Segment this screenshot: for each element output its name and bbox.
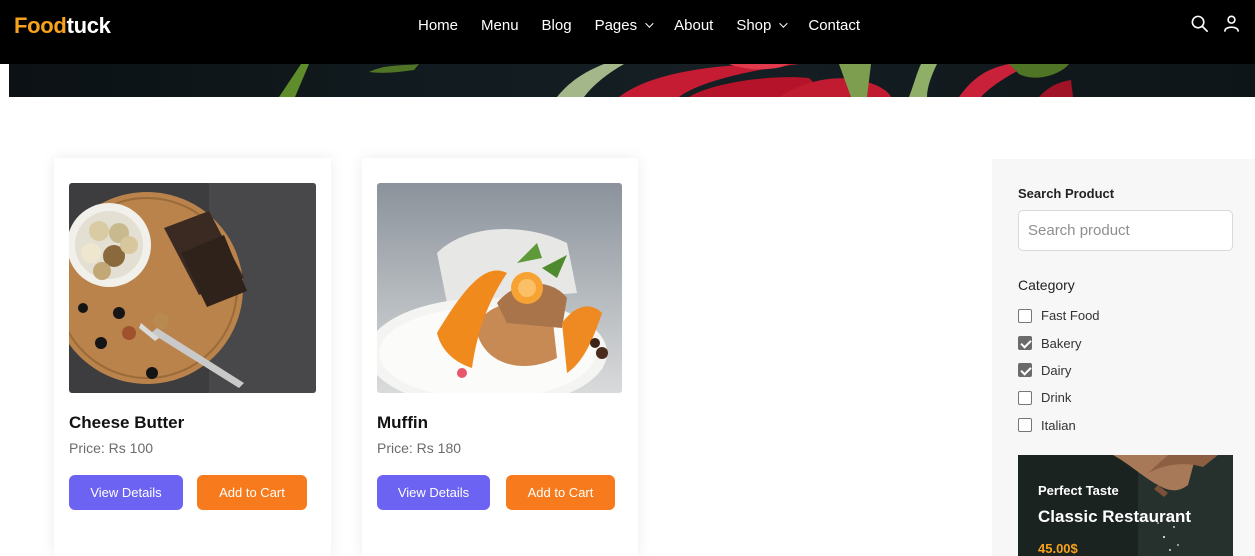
category-label: Drink: [1041, 390, 1072, 406]
category-checkbox[interactable]: [1018, 363, 1032, 378]
nav-pages-label: Pages: [594, 16, 638, 34]
nav-contact-label: Contact: [808, 16, 861, 34]
main-nav: Home Menu Blog Pages About Shop Contact: [418, 0, 883, 50]
product-price: Price: Rs 100: [69, 440, 154, 456]
brand-logo-part2: tuck: [66, 13, 111, 38]
category-checkbox[interactable]: [1018, 418, 1032, 433]
category-checkbox[interactable]: [1018, 308, 1032, 323]
promo-price: 45.00$: [1038, 541, 1078, 556]
nav-pages[interactable]: Pages: [594, 16, 654, 34]
category-item-italian[interactable]: Italian: [1018, 412, 1100, 439]
nav-contact[interactable]: Contact: [808, 17, 860, 34]
category-item-dairy[interactable]: Dairy: [1018, 357, 1100, 384]
product-name: Cheese Butter: [69, 413, 185, 432]
category-checkbox[interactable]: [1018, 336, 1032, 351]
nav-shop-label: Shop: [736, 16, 772, 34]
product-name: Muffin: [377, 413, 428, 432]
category-label: Dairy: [1041, 362, 1072, 378]
hero-banner-image: [9, 64, 1255, 97]
navbar: Foodtuck Home Menu Blog Pages About Shop…: [0, 0, 1255, 64]
brand-logo-part1: Food: [14, 13, 67, 38]
add-to-cart-button[interactable]: Add to Cart: [506, 475, 615, 510]
product-image: [377, 183, 622, 393]
chevron-down-icon: [779, 19, 789, 28]
category-label: Fast Food: [1041, 308, 1100, 324]
view-details-button[interactable]: View Details: [69, 475, 183, 510]
product-image: [69, 183, 316, 393]
category-item-drink[interactable]: Drink: [1018, 384, 1100, 411]
category-checkbox[interactable]: [1018, 390, 1032, 405]
nav-home[interactable]: Home: [418, 17, 458, 34]
shop-sidebar: Search Product Category Fast Food Bakery…: [992, 159, 1255, 556]
nav-blog[interactable]: Blog: [542, 17, 572, 34]
header-icons: [1190, 14, 1240, 33]
product-card: Cheese Butter Price: Rs 100 View Details…: [54, 158, 331, 556]
category-label: Italian: [1041, 417, 1076, 433]
category-title: Category: [1018, 277, 1075, 293]
nav-menu[interactable]: Menu: [481, 17, 519, 34]
search-icon[interactable]: [1190, 14, 1209, 33]
add-to-cart-button[interactable]: Add to Cart: [197, 475, 307, 510]
nav-shop[interactable]: Shop: [736, 16, 789, 34]
product-price: Price: Rs 180: [377, 440, 462, 456]
search-product-title: Search Product: [1018, 186, 1115, 201]
chevron-down-icon: [645, 19, 654, 28]
brand-logo[interactable]: Foodtuck: [14, 13, 111, 39]
search-product-input[interactable]: [1018, 210, 1233, 251]
user-icon[interactable]: [1223, 14, 1240, 33]
category-label: Bakery: [1041, 335, 1082, 351]
promo-line-1: Perfect Taste: [1038, 483, 1119, 498]
promo-line-2: Classic Restaurant: [1038, 507, 1192, 526]
category-list: Fast Food Bakery Dairy Drink Italian: [1018, 302, 1100, 439]
category-item-bakery[interactable]: Bakery: [1018, 329, 1100, 356]
nav-home-label: Home: [418, 16, 459, 34]
promo-banner[interactable]: Perfect Taste Classic Restaurant 45.00$: [1018, 455, 1233, 556]
view-details-button[interactable]: View Details: [377, 475, 490, 510]
product-card: Muffin Price: Rs 180 View Details Add to…: [362, 158, 638, 556]
nav-about-label: About: [674, 16, 714, 34]
nav-blog-label: Blog: [541, 16, 572, 34]
nav-menu-label: Menu: [481, 16, 519, 34]
nav-about[interactable]: About: [674, 17, 713, 34]
category-item-fast-food[interactable]: Fast Food: [1018, 302, 1100, 329]
